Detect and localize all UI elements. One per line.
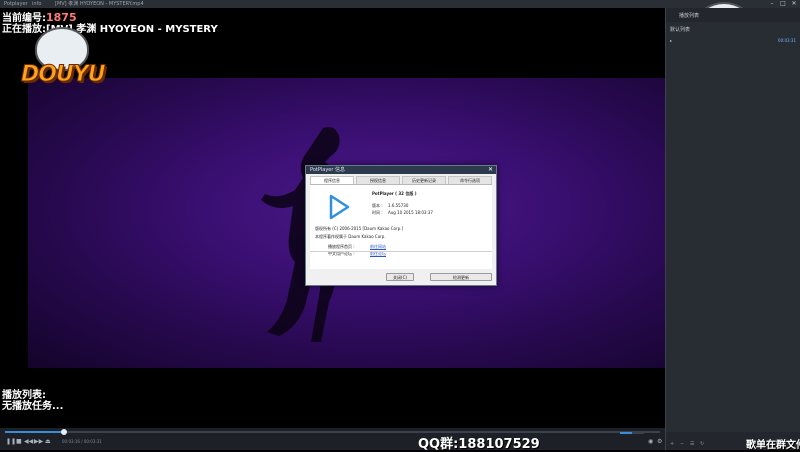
dialog-tabs: 程序信息 授权信息 历史更新记录 命令行选项 bbox=[310, 176, 492, 185]
playlist-menu-icon[interactable]: ☰ bbox=[690, 441, 694, 447]
dialog-separator bbox=[310, 251, 492, 252]
tab-program-info[interactable]: 程序信息 bbox=[310, 176, 354, 184]
version-label: 版本 : bbox=[372, 203, 383, 208]
volume-slider[interactable] bbox=[620, 432, 644, 434]
douyu-logo: DOUYU bbox=[15, 22, 107, 102]
dialog-body: PotPlayer ( 32 位版 ) 版本 : 1.6.55730 时间 : … bbox=[310, 185, 492, 269]
seek-bar[interactable] bbox=[5, 429, 660, 435]
settings-icon[interactable]: ⚙ bbox=[657, 439, 662, 445]
info-menu[interactable]: info bbox=[32, 0, 41, 8]
control-bar: ❚❚ ■ ◀◀ ▶▶ ⏏ 00:03:16 / 00:03:31 ◉ ⚙ bbox=[0, 428, 665, 450]
tab-license-info[interactable]: 授权信息 bbox=[356, 176, 400, 184]
playlist-row-duration: 00:03:31 bbox=[778, 38, 796, 43]
previous-icon[interactable]: ◀◀ bbox=[24, 439, 33, 445]
pause-icon[interactable]: ❚❚ bbox=[6, 439, 16, 445]
maximize-icon[interactable]: □ bbox=[779, 1, 787, 7]
date-label: 时间 : bbox=[372, 210, 383, 215]
playlist-row[interactable]: ▸ 00:03:31 bbox=[670, 38, 798, 45]
check-update-button[interactable]: 检测更新 bbox=[430, 273, 492, 281]
playing-indicator-icon: ▸ bbox=[670, 38, 673, 43]
time-display: 00:03:16 / 00:03:31 bbox=[62, 439, 102, 444]
about-dialog: PotPlayer 信息 ✕ 程序信息 授权信息 历史更新记录 命令行选项 Po… bbox=[305, 165, 497, 286]
repeat-icon[interactable]: ↻ bbox=[700, 441, 704, 447]
date-value: Aug 10 2015 18:03:37 bbox=[388, 210, 433, 215]
stop-icon[interactable]: ■ bbox=[16, 439, 22, 445]
seek-handle[interactable] bbox=[60, 429, 67, 435]
tab-command-line[interactable]: 命令行选项 bbox=[448, 176, 492, 184]
dialog-close-icon[interactable]: ✕ bbox=[487, 166, 494, 174]
playlist-tab-default[interactable]: 默认列表 bbox=[670, 26, 690, 33]
playlist-title: 播放列表 bbox=[679, 13, 700, 19]
add-icon[interactable]: + bbox=[670, 441, 674, 447]
homepage-link[interactable]: 前往网站 bbox=[370, 244, 386, 250]
app-name[interactable]: Potplayer bbox=[4, 0, 28, 8]
dialog-title-bar[interactable]: PotPlayer 信息 ✕ bbox=[306, 166, 496, 174]
dialog-title: PotPlayer 信息 bbox=[310, 167, 346, 173]
volume-level bbox=[620, 432, 632, 434]
potplayer-play-icon bbox=[329, 194, 350, 220]
copyright-text: 版权所有 (C) 2006-2015 [Daum Kakao Corp.] bbox=[315, 226, 404, 231]
playlist-header: 播放列表 bbox=[666, 8, 800, 22]
seek-progress bbox=[5, 431, 64, 433]
window-file-title: [MV] 孝渊 HYOYEON - MYSTERY.mp4 bbox=[55, 1, 144, 7]
version-value: 1.6.55730 bbox=[388, 203, 409, 208]
close-button[interactable]: 关闭(C) bbox=[386, 273, 414, 281]
product-name: PotPlayer ( 32 位版 ) bbox=[372, 191, 417, 196]
owner-text: 本程序著作权属于 Daum Kakao Corp. bbox=[315, 234, 386, 239]
close-icon[interactable]: ✕ bbox=[790, 1, 798, 7]
no-task-text: 无播放任务... bbox=[2, 401, 64, 412]
qq-group-text: QQ群:188107529 bbox=[418, 437, 540, 452]
eject-icon[interactable]: ⏏ bbox=[45, 439, 51, 445]
volume-icon[interactable]: ◉ bbox=[648, 439, 653, 445]
songlist-text: 歌单在群文件 bbox=[746, 440, 800, 451]
next-icon[interactable]: ▶▶ bbox=[34, 439, 43, 445]
playlist-panel: 播放列表 默认列表 ▸ 00:03:31 + − ☰ ↻ bbox=[665, 8, 800, 450]
remove-icon[interactable]: − bbox=[680, 441, 684, 447]
tab-update-history[interactable]: 历史更新记录 bbox=[402, 176, 446, 184]
logo-text: DOUYU bbox=[21, 62, 107, 88]
homepage-label: 播放程序首页 : bbox=[328, 244, 355, 249]
